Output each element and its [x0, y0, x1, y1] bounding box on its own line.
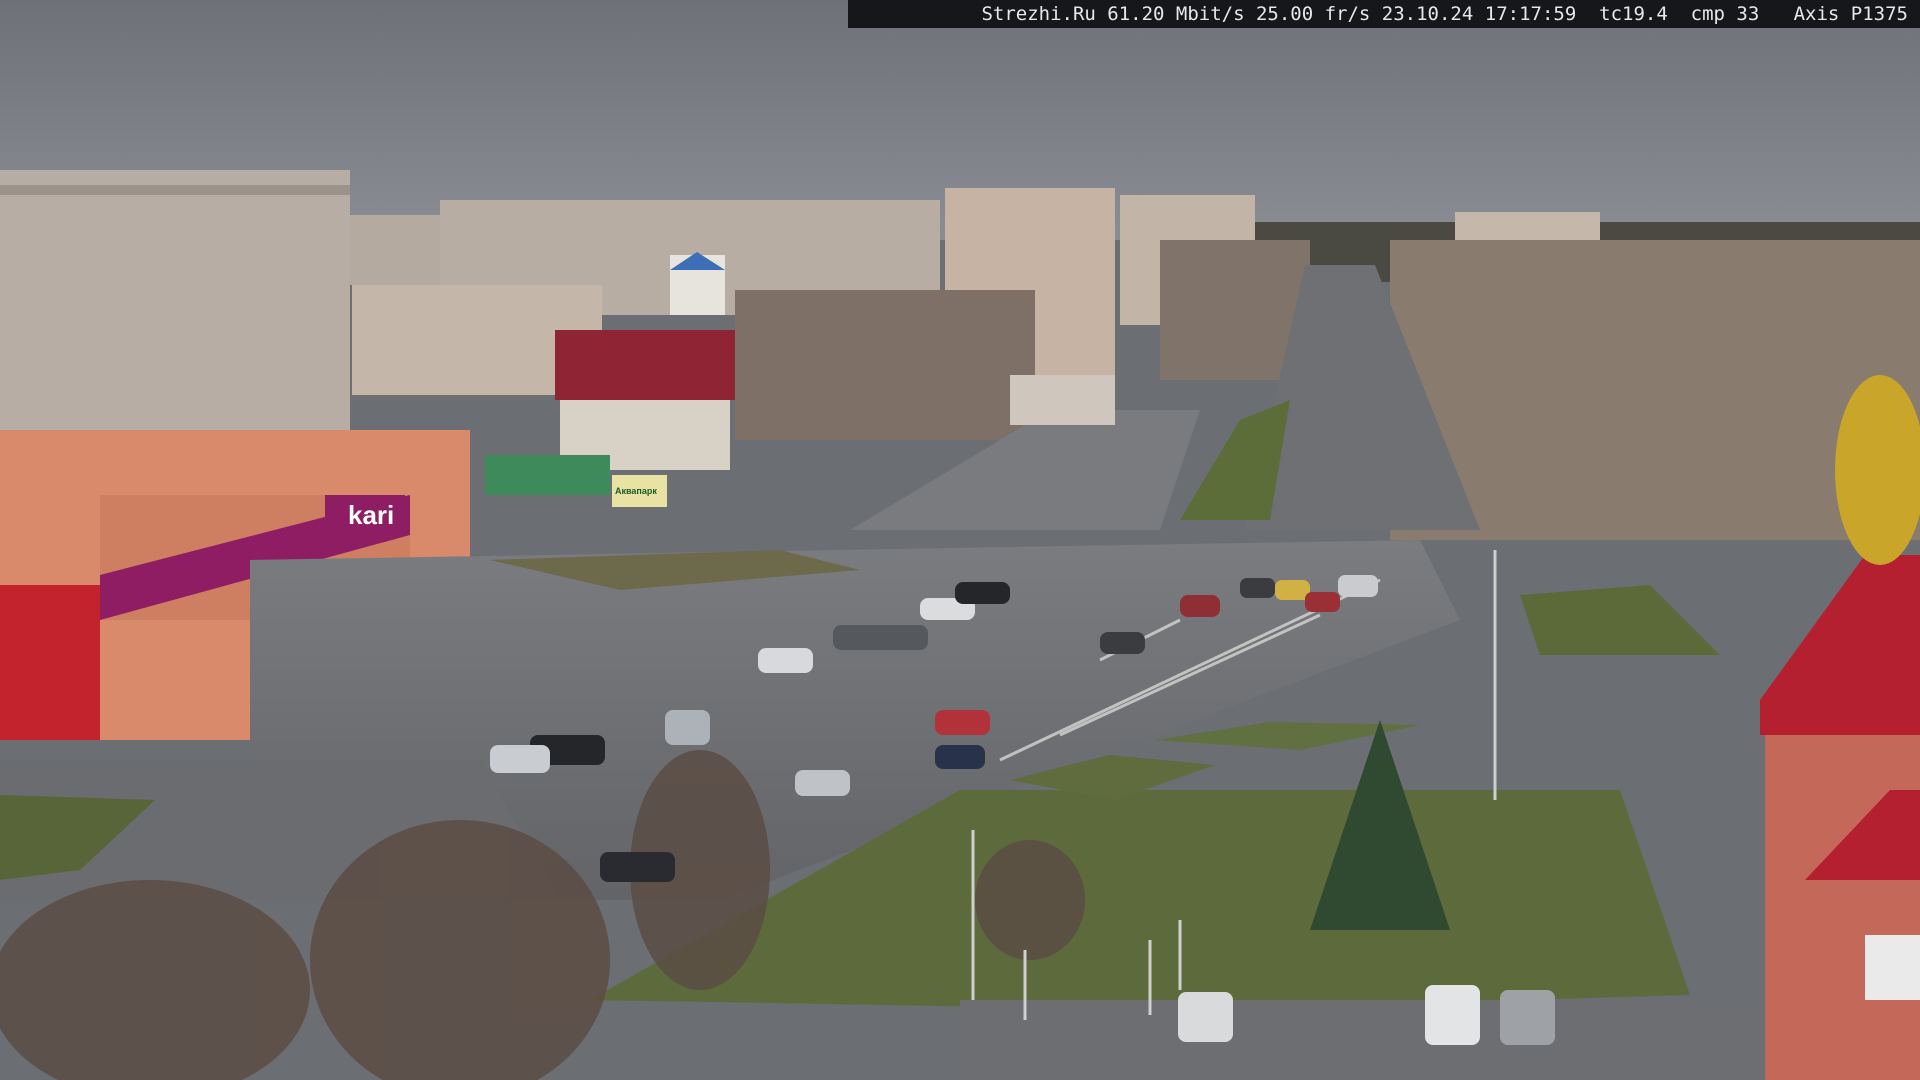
- car: [665, 710, 710, 745]
- car: [935, 745, 985, 769]
- car: [833, 625, 928, 650]
- car: [1500, 990, 1555, 1045]
- monument-kiosk: [1010, 375, 1115, 425]
- camera-info-overlay: Strezhi.Ru 61.20 Mbit/s 25.00 fr/s 23.10…: [848, 0, 1920, 28]
- car: [1425, 985, 1480, 1045]
- car: [1305, 592, 1340, 612]
- car: [1338, 575, 1378, 597]
- car: [955, 582, 1010, 604]
- right-lawn: [1520, 585, 1720, 655]
- city-street-scene: kari Аквапарк: [0, 0, 1920, 1080]
- webcam-view: kari Аквапарк Strezhi.Ru 61.20 Mbit/s 25…: [0, 0, 1920, 1080]
- car: [1180, 595, 1220, 617]
- car: [935, 710, 990, 735]
- bottom-parking: [960, 1000, 1760, 1080]
- birch-grove-left: [735, 290, 1035, 440]
- car: [1275, 580, 1310, 600]
- car: [490, 745, 550, 773]
- car: [1100, 632, 1145, 654]
- car: [1178, 992, 1233, 1042]
- car: [1240, 578, 1275, 598]
- car: [795, 770, 850, 796]
- car: [600, 852, 675, 882]
- car: [758, 648, 813, 673]
- right-red-roof-building: [1760, 555, 1920, 1080]
- kari-sign: kari: [348, 500, 394, 530]
- green-kiosk: [485, 455, 610, 495]
- akvapark-sign: Аквапарк: [615, 486, 657, 496]
- red-roof-building: [555, 330, 750, 400]
